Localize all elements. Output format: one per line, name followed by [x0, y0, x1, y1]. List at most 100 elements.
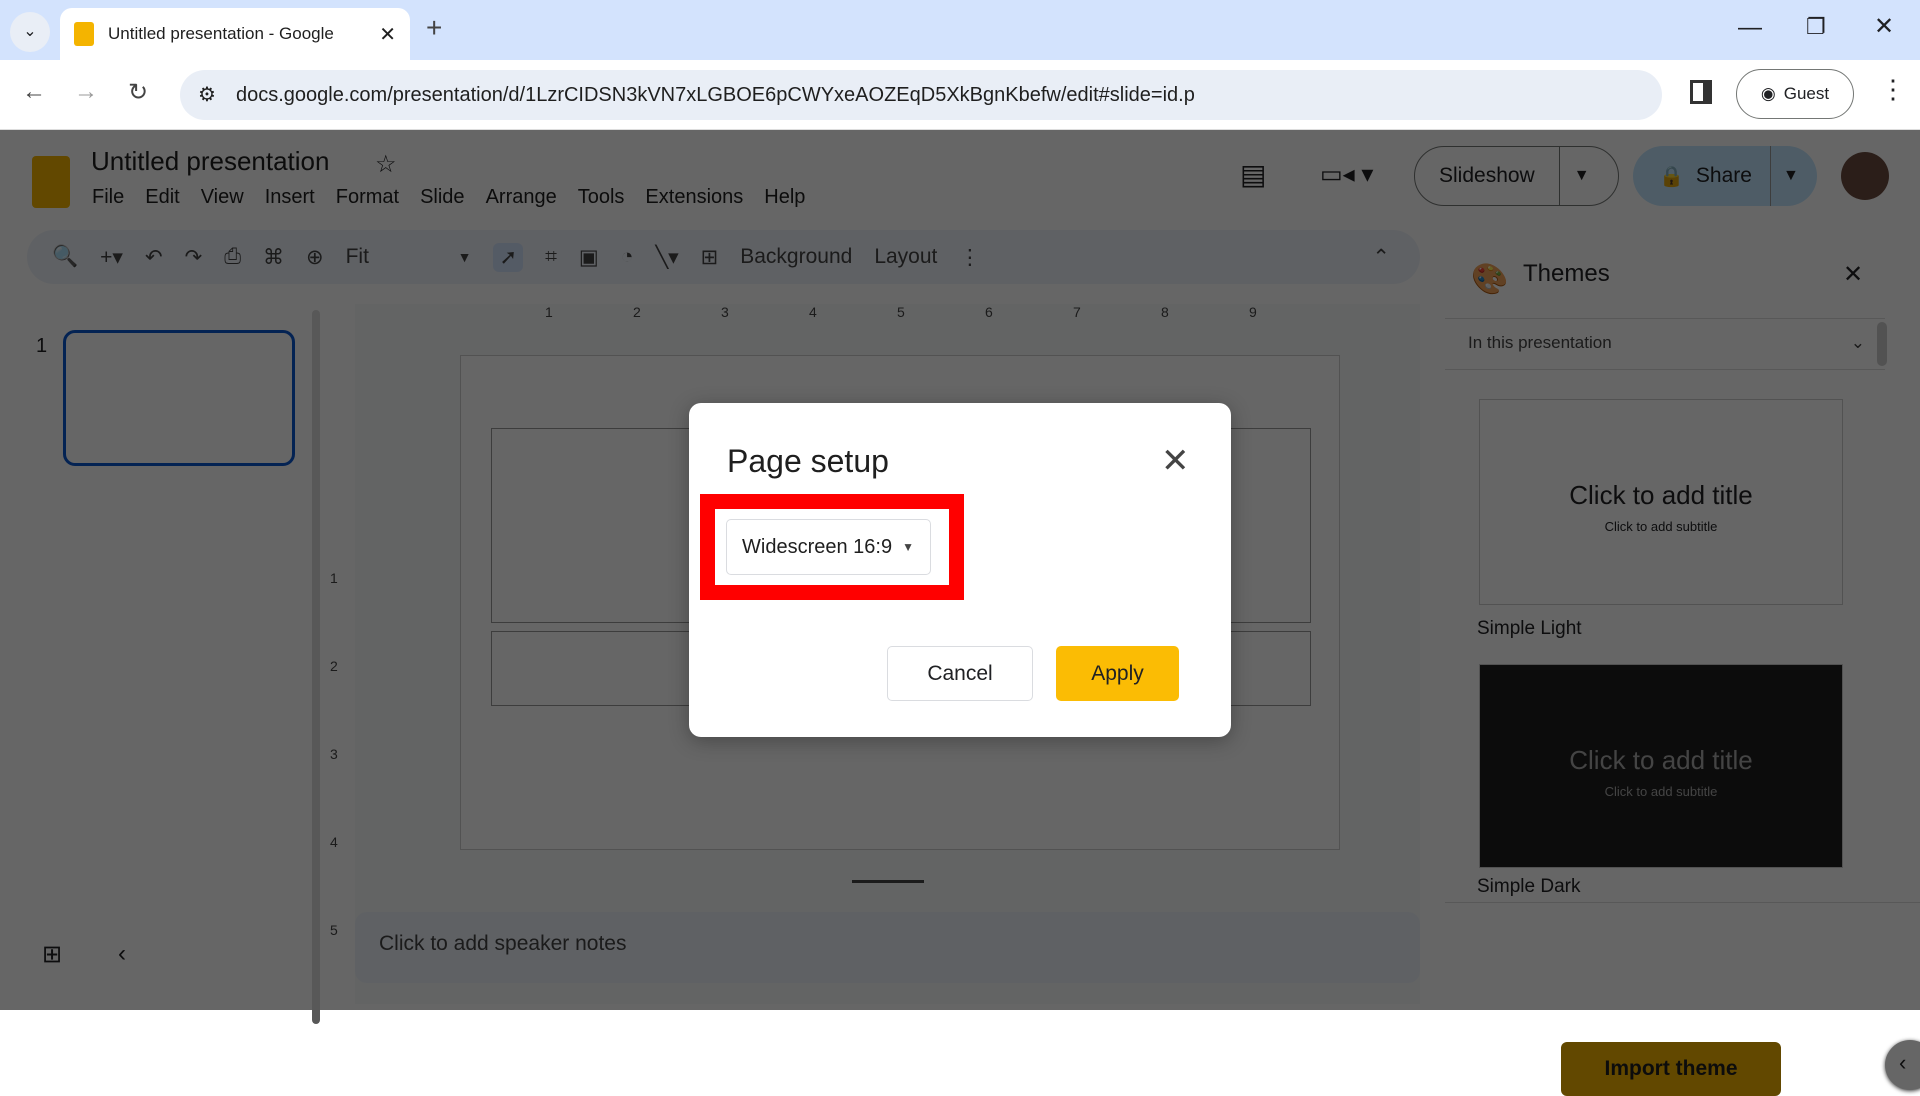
- lock-icon: 🔒: [1659, 165, 1684, 188]
- minimize-button[interactable]: —: [1738, 14, 1762, 42]
- comments-icon[interactable]: ▤: [1240, 158, 1266, 191]
- meet-icon[interactable]: ▭◂ ▾: [1320, 160, 1373, 189]
- tab-search-button[interactable]: ⌄: [10, 12, 50, 52]
- theme-simple-light[interactable]: Click to add title Click to add subtitle: [1479, 399, 1843, 605]
- document-title[interactable]: Untitled presentation: [91, 146, 329, 177]
- menu-arrange[interactable]: Arrange: [486, 186, 557, 209]
- chevron-down-icon[interactable]: ▼: [1771, 167, 1799, 185]
- restore-button[interactable]: ❐: [1806, 14, 1826, 40]
- filmstrip-scrollbar[interactable]: [312, 310, 320, 1024]
- new-tab-button[interactable]: +: [426, 12, 442, 44]
- selected-page-size: Widescreen 16:9: [742, 535, 893, 558]
- themes-panel: 🎨 Themes ✕ In this presentation ⌄ Click …: [1445, 230, 1920, 1096]
- close-tab-icon[interactable]: ✕: [379, 22, 396, 47]
- slides-logo-icon[interactable]: [32, 156, 70, 208]
- url-input[interactable]: ⚙ docs.google.com/presentation/d/1LzrCID…: [180, 70, 1662, 120]
- dropdown-arrow-icon: ▼: [902, 540, 914, 554]
- ruler-label: 5: [330, 922, 338, 938]
- forward-icon[interactable]: →: [74, 78, 98, 106]
- page-setup-dialog: Page setup ✕ Widescreen 16:9 ▼ Cancel Ap…: [689, 403, 1231, 737]
- menu-extensions[interactable]: Extensions: [645, 186, 743, 209]
- collapse-toolbar-icon[interactable]: ⌃: [1372, 245, 1390, 270]
- share-button[interactable]: 🔒 Share ▼: [1633, 146, 1817, 206]
- star-icon[interactable]: ☆: [375, 150, 397, 179]
- comment-add-icon[interactable]: ⊞: [701, 245, 719, 270]
- speaker-notes[interactable]: Click to add speaker notes: [355, 912, 1420, 983]
- palette-icon: 🎨: [1471, 263, 1509, 296]
- tab-title: Untitled presentation - Google: [108, 24, 334, 43]
- browser-tab[interactable]: Untitled presentation - Google ✕: [60, 8, 410, 60]
- close-window-button[interactable]: ✕: [1874, 12, 1894, 41]
- profile-label: Guest: [1783, 84, 1830, 103]
- menu-insert[interactable]: Insert: [265, 186, 315, 209]
- shape-icon[interactable]: ◔: [621, 245, 634, 269]
- chevron-down-icon[interactable]: ▼: [1560, 167, 1590, 185]
- print-icon[interactable]: ⎙: [224, 245, 241, 269]
- avatar[interactable]: [1841, 152, 1889, 200]
- select-tool-icon[interactable]: ➚: [493, 242, 524, 272]
- chevron-down-icon: ⌄: [1850, 333, 1865, 352]
- cancel-button[interactable]: Cancel: [887, 646, 1033, 701]
- menu-edit[interactable]: Edit: [145, 186, 179, 209]
- zoom-select[interactable]: Fit: [346, 245, 436, 269]
- menu-slide[interactable]: Slide: [420, 186, 464, 209]
- panel-scrollbar[interactable]: [1877, 322, 1887, 366]
- page-size-select[interactable]: Widescreen 16:9 ▼: [726, 519, 931, 575]
- more-icon[interactable]: ⋮: [959, 245, 980, 270]
- close-icon[interactable]: ✕: [1161, 441, 1190, 481]
- reload-icon[interactable]: ↻: [128, 78, 148, 107]
- tab-strip: ⌄ Untitled presentation - Google ✕ + — ❐…: [0, 0, 1920, 60]
- ruler-label: 5: [897, 304, 905, 320]
- ruler-label: 2: [633, 304, 641, 320]
- profile-button[interactable]: ◉ Guest: [1736, 69, 1854, 119]
- new-slide-icon[interactable]: +▾: [100, 245, 123, 270]
- paint-format-icon[interactable]: ⌘: [263, 245, 284, 270]
- site-info-icon[interactable]: ⚙: [198, 82, 216, 107]
- theme-name: Simple Dark: [1477, 876, 1581, 897]
- background-button[interactable]: Background: [740, 245, 852, 269]
- ruler-label: 7: [1073, 304, 1081, 320]
- theme-title-text: Click to add title: [1569, 480, 1753, 510]
- redo-icon[interactable]: ↷: [185, 245, 203, 270]
- slide-number: 1: [36, 335, 48, 357]
- collapse-filmstrip-icon[interactable]: ‹: [118, 940, 126, 968]
- browser-menu-icon[interactable]: ⋮: [1880, 74, 1906, 105]
- close-panel-icon[interactable]: ✕: [1843, 260, 1863, 289]
- side-panel-icon[interactable]: [1690, 80, 1712, 104]
- image-icon[interactable]: ▣: [579, 245, 599, 270]
- menu-format[interactable]: Format: [336, 186, 399, 209]
- text-box-icon[interactable]: ⌗: [545, 245, 557, 269]
- theme-filter-select[interactable]: In this presentation ⌄: [1445, 318, 1885, 370]
- undo-icon[interactable]: ↶: [145, 245, 163, 270]
- horizontal-ruler[interactable]: 1 2 3 4 5 6 7 8 9: [355, 304, 1420, 328]
- layout-button[interactable]: Layout: [874, 245, 937, 269]
- zoom-icon[interactable]: ⊕: [306, 245, 324, 270]
- divider: [1445, 902, 1920, 903]
- slideshow-button[interactable]: Slideshow ▼: [1414, 146, 1619, 206]
- vertical-ruler[interactable]: 1 2 3 4 5: [330, 360, 350, 1000]
- ruler-label: 8: [1161, 304, 1169, 320]
- share-label: Share: [1684, 146, 1771, 206]
- ruler-label: 9: [1249, 304, 1257, 320]
- theme-simple-dark[interactable]: Click to add title Click to add subtitle: [1479, 664, 1843, 868]
- line-icon[interactable]: ╲▾: [655, 245, 678, 270]
- back-icon[interactable]: ←: [22, 78, 46, 106]
- expand-side-panel-icon[interactable]: ‹: [1885, 1040, 1920, 1090]
- menu-tools[interactable]: Tools: [578, 186, 625, 209]
- chevron-down-icon[interactable]: ▼: [458, 249, 472, 265]
- ruler-label: 4: [809, 304, 817, 320]
- menu-file[interactable]: File: [92, 186, 124, 209]
- apply-button[interactable]: Apply: [1056, 646, 1179, 701]
- slideshow-label: Slideshow: [1415, 147, 1560, 205]
- menu-view[interactable]: View: [201, 186, 244, 209]
- grid-view-icon[interactable]: ⊞: [42, 940, 62, 969]
- ruler-label: 4: [330, 834, 338, 850]
- search-icon[interactable]: 🔍: [52, 245, 78, 269]
- menu-bar: File Edit View Insert Format Slide Arran…: [92, 186, 805, 209]
- import-theme-button[interactable]: Import theme: [1561, 1042, 1781, 1096]
- menu-help[interactable]: Help: [764, 186, 805, 209]
- ruler-label: 1: [545, 304, 553, 320]
- notes-resize-handle[interactable]: [852, 880, 924, 883]
- slide-thumbnail[interactable]: [63, 330, 295, 466]
- theme-name: Simple Light: [1477, 618, 1582, 639]
